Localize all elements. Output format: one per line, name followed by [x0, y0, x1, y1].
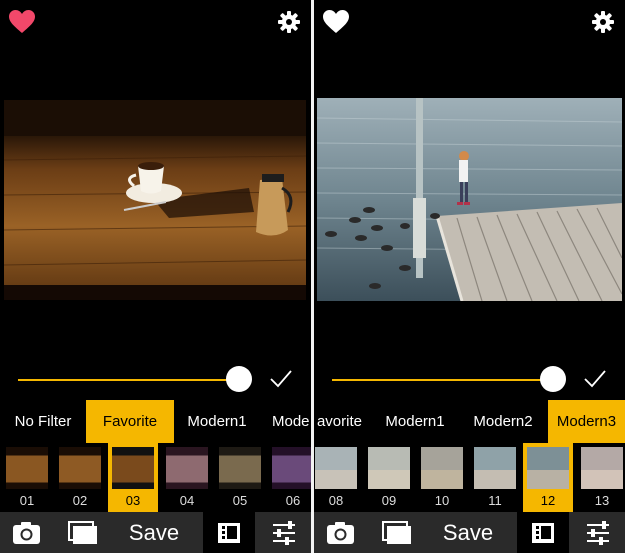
thumb-09[interactable]: 09 [364, 443, 414, 512]
checkmark-icon[interactable] [270, 370, 292, 388]
sliders-icon [587, 521, 609, 545]
preview-photo [317, 98, 622, 301]
save-button[interactable]: Save [422, 512, 514, 553]
filters-tab-button[interactable] [203, 512, 255, 553]
thumb-number: 06 [285, 493, 301, 508]
filter-favorite-partial[interactable]: avorite [314, 400, 362, 443]
thumb-number: 02 [72, 493, 88, 508]
library-button[interactable] [56, 512, 108, 553]
thumb-02[interactable]: 02 [55, 443, 105, 512]
thumb-number: 10 [434, 493, 450, 508]
thumb-11[interactable]: 11 [470, 443, 520, 512]
thumb-06[interactable]: 06 [268, 443, 311, 512]
thumb-03[interactable]: 03 [108, 443, 158, 512]
filter-modern2-partial[interactable]: Mode [272, 400, 311, 443]
thumb-number: 11 [488, 493, 502, 508]
filter-thumbnails: 08 09 10 11 12 13 [314, 443, 625, 512]
intensity-slider[interactable] [332, 366, 616, 394]
filter-favorite[interactable]: Favorite [86, 400, 174, 443]
thumb-13[interactable]: 13 [577, 443, 625, 512]
gear-icon[interactable] [278, 11, 300, 33]
filter-modern1[interactable]: Modern1 [174, 400, 260, 443]
filter-no-filter[interactable]: No Filter [0, 400, 86, 443]
heart-icon[interactable] [9, 10, 35, 34]
thumb-number: 04 [179, 493, 195, 508]
thumb-12[interactable]: 12 [523, 443, 573, 512]
thumb-image [166, 447, 208, 489]
film-strip-icon [218, 523, 240, 543]
thumb-image [59, 447, 101, 489]
thumb-04[interactable]: 04 [162, 443, 212, 512]
thumb-image [6, 447, 48, 489]
thumb-image [421, 447, 463, 489]
thumb-image [474, 447, 516, 489]
thumb-number: 09 [381, 493, 397, 508]
thumb-number: 12 [540, 493, 556, 508]
camera-icon [13, 522, 40, 544]
bottom-toolbar: Save [0, 512, 311, 553]
bottom-toolbar: Save [314, 512, 625, 553]
film-strip-icon [532, 523, 554, 543]
thumb-image [315, 447, 357, 489]
slider-track [18, 379, 238, 381]
filter-names-row: No Filter Favorite Modern1 Mode [0, 400, 311, 443]
camera-button[interactable] [314, 512, 366, 553]
filter-modern1[interactable]: Modern1 [372, 400, 458, 443]
thumb-10[interactable]: 10 [417, 443, 467, 512]
thumb-image [219, 447, 261, 489]
thumb-image [581, 447, 623, 489]
adjust-button[interactable] [257, 512, 311, 553]
slider-knob[interactable] [226, 366, 252, 392]
left-screen: No Filter Favorite Modern1 Mode 01 02 03… [0, 0, 311, 553]
photo-stack-icon [68, 521, 97, 544]
thumb-number: 05 [232, 493, 248, 508]
gear-icon[interactable] [592, 11, 614, 33]
filter-modern3[interactable]: Modern3 [548, 400, 625, 443]
camera-icon [327, 522, 354, 544]
checkmark-icon[interactable] [584, 370, 606, 388]
thumb-image [272, 447, 311, 489]
thumb-image [527, 447, 569, 489]
filter-modern2[interactable]: Modern2 [460, 400, 546, 443]
thumb-08[interactable]: 08 [314, 443, 361, 512]
thumb-number: 03 [125, 493, 141, 508]
filters-tab-button[interactable] [517, 512, 569, 553]
intensity-slider[interactable] [18, 366, 302, 394]
library-button[interactable] [370, 512, 422, 553]
thumb-05[interactable]: 05 [215, 443, 265, 512]
filter-names-row: avorite Modern1 Modern2 Modern3 [314, 400, 625, 443]
heart-icon[interactable] [323, 10, 349, 34]
camera-button[interactable] [0, 512, 52, 553]
photo-stack-icon [382, 521, 411, 544]
preview-photo [4, 100, 306, 300]
slider-knob[interactable] [540, 366, 566, 392]
filter-thumbnails: 01 02 03 04 05 06 [0, 443, 311, 512]
thumb-image [368, 447, 410, 489]
thumb-number: 13 [594, 493, 610, 508]
adjust-button[interactable] [571, 512, 625, 553]
thumb-01[interactable]: 01 [2, 443, 52, 512]
right-screen: avorite Modern1 Modern2 Modern3 08 09 10… [314, 0, 625, 553]
save-button[interactable]: Save [108, 512, 200, 553]
thumb-number: 08 [328, 493, 344, 508]
sliders-icon [273, 521, 295, 545]
slider-track [332, 379, 552, 381]
thumb-image [112, 447, 154, 489]
thumb-number: 01 [19, 493, 35, 508]
